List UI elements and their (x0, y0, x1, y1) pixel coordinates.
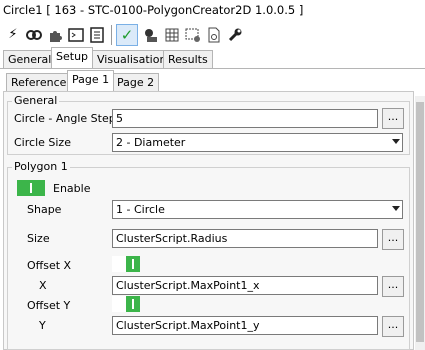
circle-size-label: Circle Size (14, 136, 71, 149)
enable-label: Enable (53, 182, 91, 195)
polygon-group-title: Polygon 1 (12, 160, 70, 173)
tab-page-2[interactable]: Page 2 (112, 73, 160, 91)
y-browse-button[interactable]: ... (382, 316, 404, 337)
document-icon[interactable] (88, 26, 106, 44)
lightning-icon[interactable]: ⚡ (4, 26, 22, 44)
shape-label: Shape (27, 203, 62, 216)
tab-setup[interactable]: Setup (51, 47, 94, 68)
y-label: Y (39, 319, 46, 332)
check-icon[interactable]: ✓ (116, 23, 138, 46)
puzzle-icon[interactable] (46, 26, 64, 44)
tab-page-1[interactable]: Page 1 (67, 70, 115, 91)
size-field[interactable]: ClusterScript.Radius (112, 229, 378, 248)
window-title: Circle1 [ 163 - STC-0100-PolygonCreator2… (3, 3, 304, 17)
circle-size-value: 2 - Diameter (116, 136, 186, 149)
offset-y-label: Offset Y (27, 299, 71, 312)
angle-step-field[interactable]: 5 (112, 109, 378, 128)
offset-y-toggle[interactable] (112, 296, 140, 312)
tab-visualisation[interactable]: Visualisation (92, 50, 172, 68)
tab-general[interactable]: General (3, 50, 57, 68)
terminal-icon[interactable] (67, 26, 85, 44)
x-browse-button[interactable]: ... (382, 276, 404, 297)
offset-x-toggle[interactable] (112, 256, 140, 272)
angle-step-browse-button[interactable]: ... (382, 108, 404, 129)
vertical-scrollbar[interactable] (415, 96, 425, 350)
toolbar-separator (111, 24, 112, 45)
enable-toggle[interactable] (17, 180, 45, 196)
scrollbar-thumb[interactable] (416, 102, 424, 342)
tab-reference[interactable]: Reference (6, 73, 72, 91)
offset-x-label: Offset X (27, 259, 72, 272)
shape-value: 1 - Circle (116, 203, 165, 216)
y-field[interactable]: ClusterScript.MaxPoint1_y (112, 316, 378, 335)
file-settings-icon[interactable] (205, 26, 223, 44)
image-settings-icon[interactable] (184, 26, 202, 44)
x-field[interactable]: ClusterScript.MaxPoint1_x (112, 276, 378, 295)
chevron-down-icon (392, 206, 400, 211)
size-label: Size (27, 232, 50, 245)
chevron-down-icon (392, 139, 400, 144)
general-group-title: General (12, 94, 60, 107)
tab-results[interactable]: Results (163, 50, 213, 68)
circle-size-select[interactable]: 2 - Diameter (112, 133, 403, 152)
x-label: X (39, 279, 47, 292)
link-icon[interactable] (25, 26, 43, 44)
toolbar: ⚡ ✓ (0, 22, 425, 47)
shape-select[interactable]: 1 - Circle (112, 200, 403, 219)
size-browse-button[interactable]: ... (382, 229, 404, 250)
grid-icon[interactable] (163, 26, 181, 44)
camera-settings-icon[interactable] (142, 26, 160, 44)
angle-step-label: Circle - Angle Step (14, 112, 116, 125)
tab-panel-border (0, 68, 425, 69)
wrench-icon[interactable] (226, 26, 244, 44)
